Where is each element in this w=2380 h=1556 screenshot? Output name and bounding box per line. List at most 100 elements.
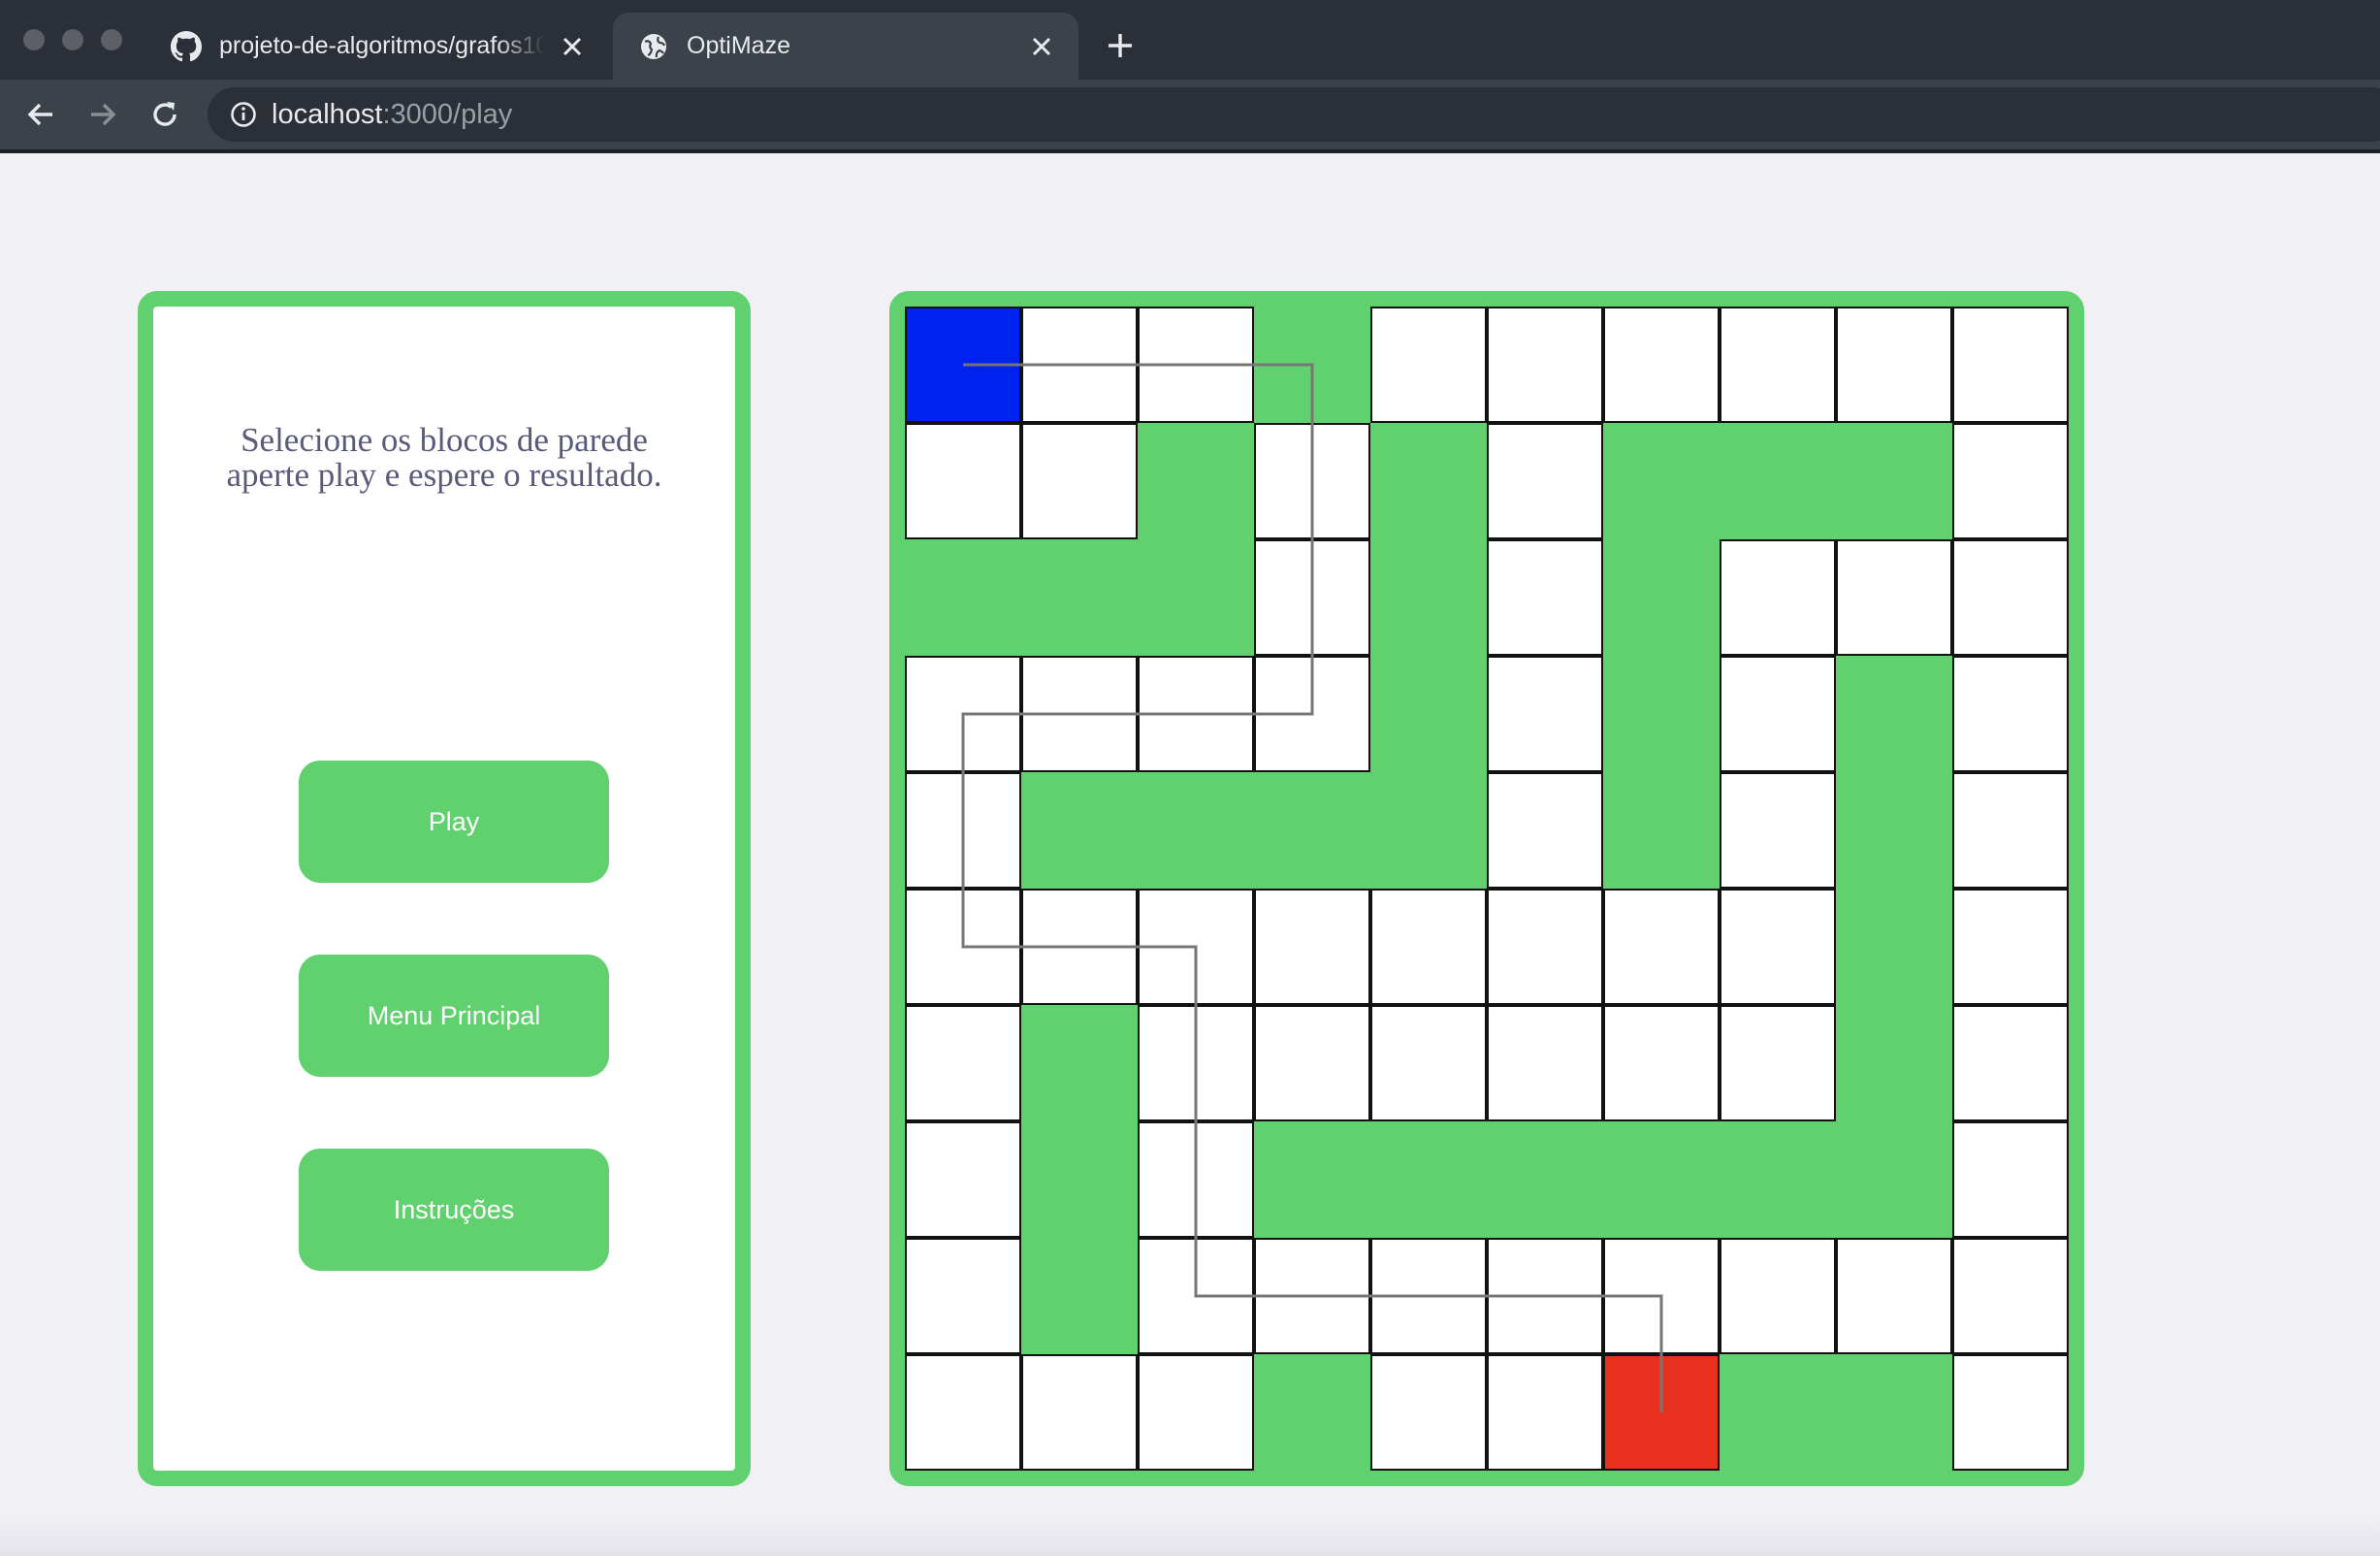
maze-open-cell[interactable] (1603, 307, 1720, 423)
maze-open-cell[interactable] (1254, 423, 1370, 539)
maze-wall-cell[interactable] (1487, 1121, 1603, 1238)
maze-open-cell[interactable] (1254, 539, 1370, 656)
maze-open-cell[interactable] (1487, 772, 1603, 889)
main-menu-button[interactable]: Menu Principal (299, 955, 609, 1077)
maze-open-cell[interactable] (1021, 889, 1138, 1005)
maze-open-cell[interactable] (1370, 1354, 1487, 1471)
close-window-button[interactable] (23, 29, 45, 50)
maze-wall-cell[interactable] (1836, 889, 1952, 1005)
maze-wall-cell[interactable] (1021, 1005, 1138, 1121)
maze-wall-cell[interactable] (1720, 1121, 1836, 1238)
maze-open-cell[interactable] (1138, 1121, 1254, 1238)
maze-open-cell[interactable] (1836, 307, 1952, 423)
maze-open-cell[interactable] (1138, 1005, 1254, 1121)
maze-open-cell[interactable] (1720, 539, 1836, 656)
maze-wall-cell[interactable] (1603, 1121, 1720, 1238)
maze-open-cell[interactable] (1138, 307, 1254, 423)
maze-wall-cell[interactable] (905, 539, 1021, 656)
maze-open-cell[interactable] (1952, 1238, 2069, 1354)
maze-open-cell[interactable] (1254, 1005, 1370, 1121)
maze-start-cell[interactable] (905, 307, 1021, 423)
maze-open-cell[interactable] (1952, 423, 2069, 539)
maze-open-cell[interactable] (1138, 1238, 1254, 1354)
maze-open-cell[interactable] (905, 772, 1021, 889)
maze-wall-cell[interactable] (1021, 1121, 1138, 1238)
close-tab-icon[interactable] (557, 31, 588, 62)
maze-open-cell[interactable] (1487, 1354, 1603, 1471)
maze-open-cell[interactable] (1952, 1005, 2069, 1121)
maze-wall-cell[interactable] (1138, 539, 1254, 656)
maze-wall-cell[interactable] (1720, 423, 1836, 539)
maze-wall-cell[interactable] (1836, 1121, 1952, 1238)
maze-open-cell[interactable] (1021, 423, 1138, 539)
maze-wall-cell[interactable] (1254, 1354, 1370, 1471)
maze-open-cell[interactable] (1952, 307, 2069, 423)
tab-github[interactable]: projeto-de-algoritmos/grafos10 (145, 13, 609, 80)
maze-wall-cell[interactable] (1138, 772, 1254, 889)
maze-open-cell[interactable] (905, 423, 1021, 539)
maze-wall-cell[interactable] (1720, 1354, 1836, 1471)
maze-wall-cell[interactable] (1138, 423, 1254, 539)
maze-open-cell[interactable] (1720, 656, 1836, 772)
maze-open-cell[interactable] (1487, 889, 1603, 1005)
maze-open-cell[interactable] (1138, 656, 1254, 772)
maze-open-cell[interactable] (1370, 1238, 1487, 1354)
maze-open-cell[interactable] (1021, 656, 1138, 772)
maze-open-cell[interactable] (1603, 889, 1720, 1005)
maze-wall-cell[interactable] (1021, 1238, 1138, 1354)
maze-wall-cell[interactable] (1254, 1121, 1370, 1238)
maze-open-cell[interactable] (1952, 772, 2069, 889)
maze-open-cell[interactable] (1720, 772, 1836, 889)
maze-open-cell[interactable] (1952, 539, 2069, 656)
maze-open-cell[interactable] (1487, 656, 1603, 772)
maze-open-cell[interactable] (905, 656, 1021, 772)
maze-open-cell[interactable] (1487, 423, 1603, 539)
maze-end-cell[interactable] (1603, 1354, 1720, 1471)
maze-open-cell[interactable] (1021, 1354, 1138, 1471)
maze-wall-cell[interactable] (1254, 307, 1370, 423)
maze-open-cell[interactable] (1952, 889, 2069, 1005)
maze-open-cell[interactable] (1487, 1238, 1603, 1354)
tab-optimaze[interactable]: OptiMaze (613, 13, 1078, 80)
maze-open-cell[interactable] (905, 1121, 1021, 1238)
minimize-window-button[interactable] (62, 29, 83, 50)
maze-wall-cell[interactable] (1370, 1121, 1487, 1238)
maze-wall-cell[interactable] (1836, 772, 1952, 889)
maze-open-cell[interactable] (1487, 307, 1603, 423)
maze-wall-cell[interactable] (1021, 772, 1138, 889)
maze-open-cell[interactable] (1370, 1005, 1487, 1121)
maze-open-cell[interactable] (1603, 1238, 1720, 1354)
maze-open-cell[interactable] (1720, 1005, 1836, 1121)
maze-open-cell[interactable] (905, 1005, 1021, 1121)
maze-wall-cell[interactable] (1603, 539, 1720, 656)
maze-open-cell[interactable] (1720, 307, 1836, 423)
maze-open-cell[interactable] (1603, 1005, 1720, 1121)
maze-open-cell[interactable] (1370, 307, 1487, 423)
maze-open-cell[interactable] (1487, 539, 1603, 656)
maze-open-cell[interactable] (1254, 656, 1370, 772)
forward-arrow-icon[interactable] (85, 97, 120, 132)
maze-open-cell[interactable] (1138, 889, 1254, 1005)
maze-open-cell[interactable] (1720, 1238, 1836, 1354)
instructions-button[interactable]: Instruções (299, 1149, 609, 1271)
maze-wall-cell[interactable] (1603, 423, 1720, 539)
maze-wall-cell[interactable] (1836, 423, 1952, 539)
maze-open-cell[interactable] (1836, 539, 1952, 656)
maze-wall-cell[interactable] (1836, 1354, 1952, 1471)
maze-wall-cell[interactable] (1836, 1005, 1952, 1121)
maze-wall-cell[interactable] (1370, 772, 1487, 889)
maze-open-cell[interactable] (905, 889, 1021, 1005)
address-bar[interactable]: localhost:3000/play (208, 87, 2380, 142)
close-tab-icon[interactable] (1026, 31, 1057, 62)
maze-open-cell[interactable] (1952, 656, 2069, 772)
maze-wall-cell[interactable] (1603, 656, 1720, 772)
maze-open-cell[interactable] (905, 1354, 1021, 1471)
maze-wall-cell[interactable] (1021, 539, 1138, 656)
maze-wall-cell[interactable] (1370, 656, 1487, 772)
maze-wall-cell[interactable] (1836, 656, 1952, 772)
new-tab-plus-icon[interactable] (1104, 29, 1137, 62)
maze-wall-cell[interactable] (1254, 772, 1370, 889)
maze-wall-cell[interactable] (1370, 423, 1487, 539)
back-arrow-icon[interactable] (23, 97, 58, 132)
maze-open-cell[interactable] (1952, 1354, 2069, 1471)
